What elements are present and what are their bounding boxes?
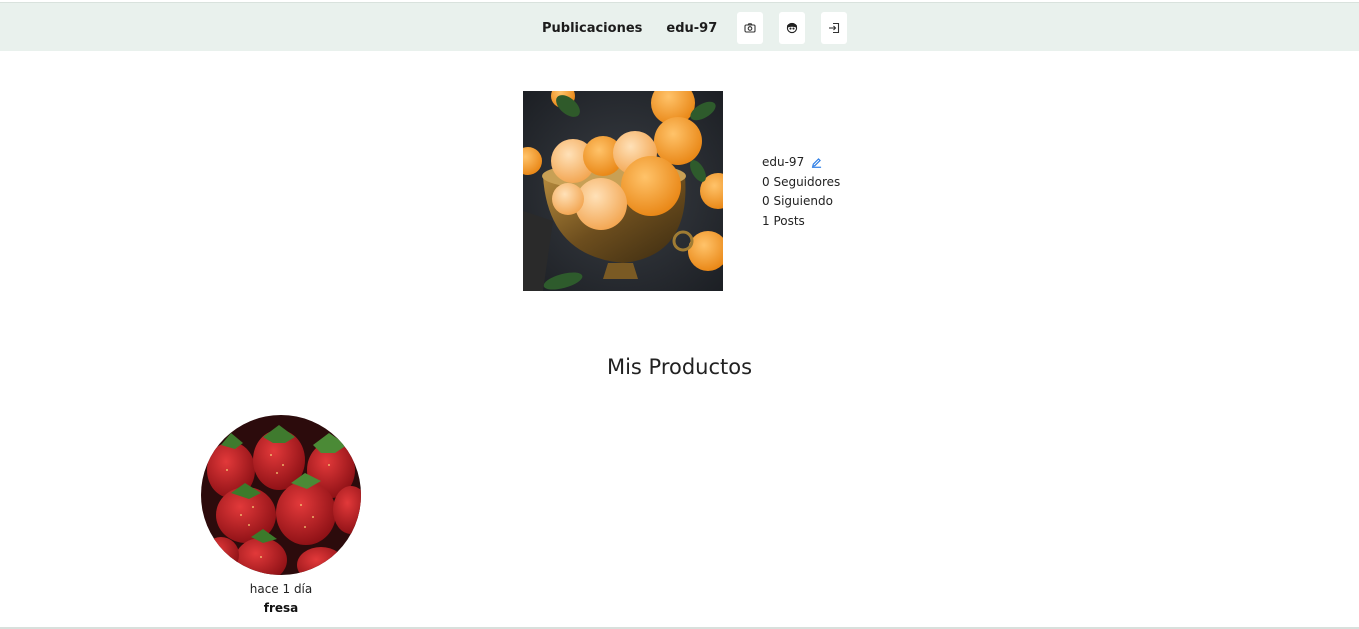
profile-following: 0 Siguiendo xyxy=(762,194,833,209)
avatar-image xyxy=(523,91,723,291)
profile-avatar xyxy=(523,91,723,291)
profile-button[interactable] xyxy=(779,12,806,44)
camera-icon xyxy=(744,23,756,33)
section-title-mis-productos: Mis Productos xyxy=(606,355,753,379)
logout-icon xyxy=(829,22,840,34)
product-card[interactable]: hace 1 día fresa xyxy=(201,415,361,616)
product-name[interactable]: fresa xyxy=(201,600,361,616)
nav-link-username[interactable]: edu-97 xyxy=(666,21,717,36)
strawberries-image xyxy=(201,415,361,575)
profile-info: edu-97 0 Seguidores 0 Siguiendo 1 Posts xyxy=(762,153,840,232)
profile-face-icon xyxy=(787,22,798,34)
product-image[interactable] xyxy=(201,415,361,575)
nav-group: Publicaciones edu-97 xyxy=(542,12,848,44)
nav-link-publicaciones[interactable]: Publicaciones xyxy=(542,21,642,36)
profile-name-row: edu-97 xyxy=(762,153,840,173)
pencil-icon xyxy=(812,158,822,169)
top-navigation-bar: Publicaciones edu-97 xyxy=(0,2,1359,51)
profile-followers: 0 Seguidores xyxy=(762,174,841,189)
profile-username: edu-97 xyxy=(762,155,805,169)
profile-posts: 1 Posts xyxy=(762,214,805,229)
logout-button[interactable] xyxy=(821,12,848,44)
camera-button[interactable] xyxy=(737,12,764,44)
edit-profile-button[interactable] xyxy=(811,157,822,169)
product-time: hace 1 día xyxy=(249,582,313,596)
